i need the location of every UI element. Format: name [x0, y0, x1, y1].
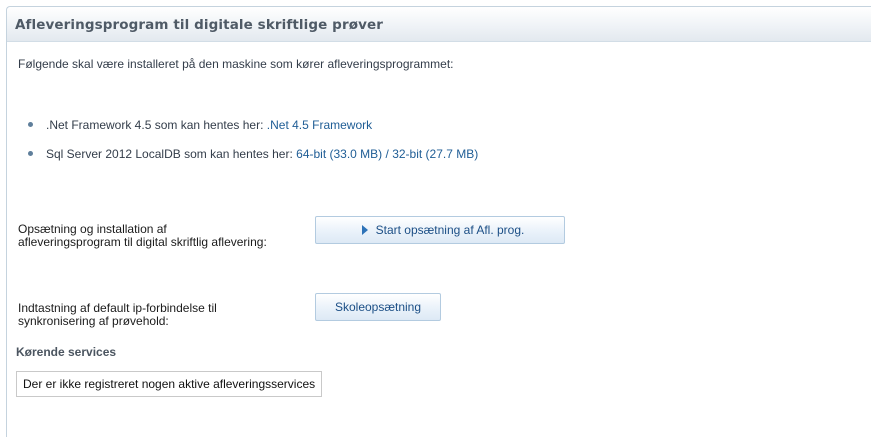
bullet-icon	[28, 151, 33, 157]
school-setup-button[interactable]: Skoleopsætning	[315, 293, 441, 321]
panel-title: Afleveringsprogram til digitale skriftli…	[15, 17, 383, 33]
sql-64bit-download-link[interactable]: 64-bit (33.0 MB)	[296, 147, 382, 161]
running-services-heading: Kørende services	[16, 345, 117, 359]
start-setup-button-label: Start opsætning af Afl. prog.	[375, 223, 525, 237]
play-triangle-icon	[361, 224, 368, 235]
link-separator: /	[382, 147, 393, 161]
panel-header: Afleveringsprogram til digitale skriftli…	[7, 7, 871, 42]
requirement-item-sqlserver: Sql Server 2012 LocalDB som kan hentes h…	[28, 147, 478, 161]
school-setup-button-label: Skoleopsætning	[334, 300, 422, 314]
sql-32bit-download-link[interactable]: 32-bit (27.7 MB)	[392, 147, 478, 161]
services-status-box: Der er ikke registreret nogen aktive afl…	[16, 371, 323, 397]
requirement-text: .Net Framework 4.5 som kan hentes her:	[46, 118, 267, 132]
requirement-text: Sql Server 2012 LocalDB som kan hentes h…	[46, 147, 297, 161]
requirement-item-dotnet: .Net Framework 4.5 som kan hentes her: .…	[28, 118, 372, 132]
setup-label: Opsætning og installation af afleverings…	[18, 222, 267, 249]
dotnet-download-link[interactable]: .Net 4.5 Framework	[267, 118, 372, 132]
requirements-intro: Følgende skal være installeret på den ma…	[18, 57, 454, 71]
start-setup-button[interactable]: Start opsætning af Afl. prog.	[315, 216, 565, 244]
bullet-icon	[28, 122, 33, 128]
school-setup-label: Indtastning af default ip-forbindelse ti…	[18, 301, 217, 328]
